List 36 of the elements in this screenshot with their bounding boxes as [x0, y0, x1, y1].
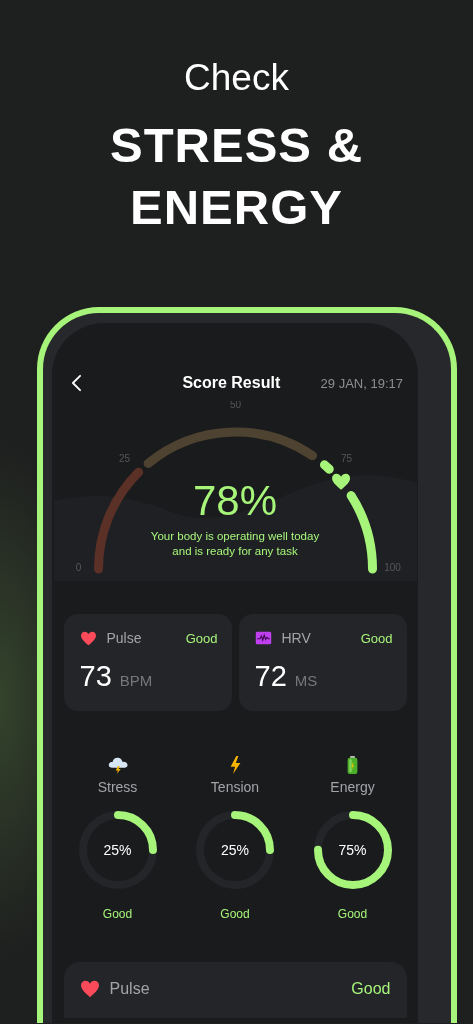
- gauge-segment: [319, 460, 334, 474]
- battery-icon: [346, 755, 359, 775]
- metric-label: Pulse: [106, 630, 143, 646]
- status-text: Good: [337, 907, 368, 921]
- ring-label: Tension: [210, 779, 260, 795]
- detail-label: Pulse: [109, 980, 151, 998]
- status-text: Good: [360, 630, 393, 646]
- heart-icon: [79, 630, 97, 646]
- status-text: Good: [351, 980, 391, 998]
- screen-title: Score Result: [181, 374, 282, 392]
- unit-label: BPM: [119, 672, 153, 689]
- score-message: Your body is operating well today and is ready for any task: [149, 529, 321, 559]
- score-value: 78%: [192, 477, 278, 525]
- ring-value: 75%: [338, 842, 367, 858]
- ring-value: 25%: [103, 842, 132, 858]
- status-text: Good: [220, 907, 250, 921]
- back-icon[interactable]: [71, 374, 82, 392]
- ring-value: 25%: [221, 842, 249, 858]
- headline-title: Check: [184, 56, 289, 100]
- lightning-icon: [228, 755, 242, 775]
- status-text: Good: [102, 907, 133, 921]
- metric-label: HRV: [281, 630, 312, 646]
- unit-label: MS: [294, 672, 318, 689]
- date-time: 29 JAN, 19:17: [320, 375, 403, 391]
- storm-cloud-icon: [106, 755, 129, 775]
- metric-value: 72: [254, 660, 287, 693]
- pulse-wave-icon: [254, 631, 272, 645]
- ring-label: Stress: [97, 779, 138, 795]
- metric-value: 73: [79, 660, 112, 693]
- headline-text: ENERGY: [130, 179, 343, 236]
- ring-label: Energy: [330, 779, 375, 795]
- status-text: Good: [185, 630, 218, 646]
- headline-text: STRESS &: [109, 117, 364, 174]
- heart-icon: [79, 980, 100, 998]
- scale-label: 25: [118, 453, 130, 464]
- scale-label: 75: [340, 453, 352, 464]
